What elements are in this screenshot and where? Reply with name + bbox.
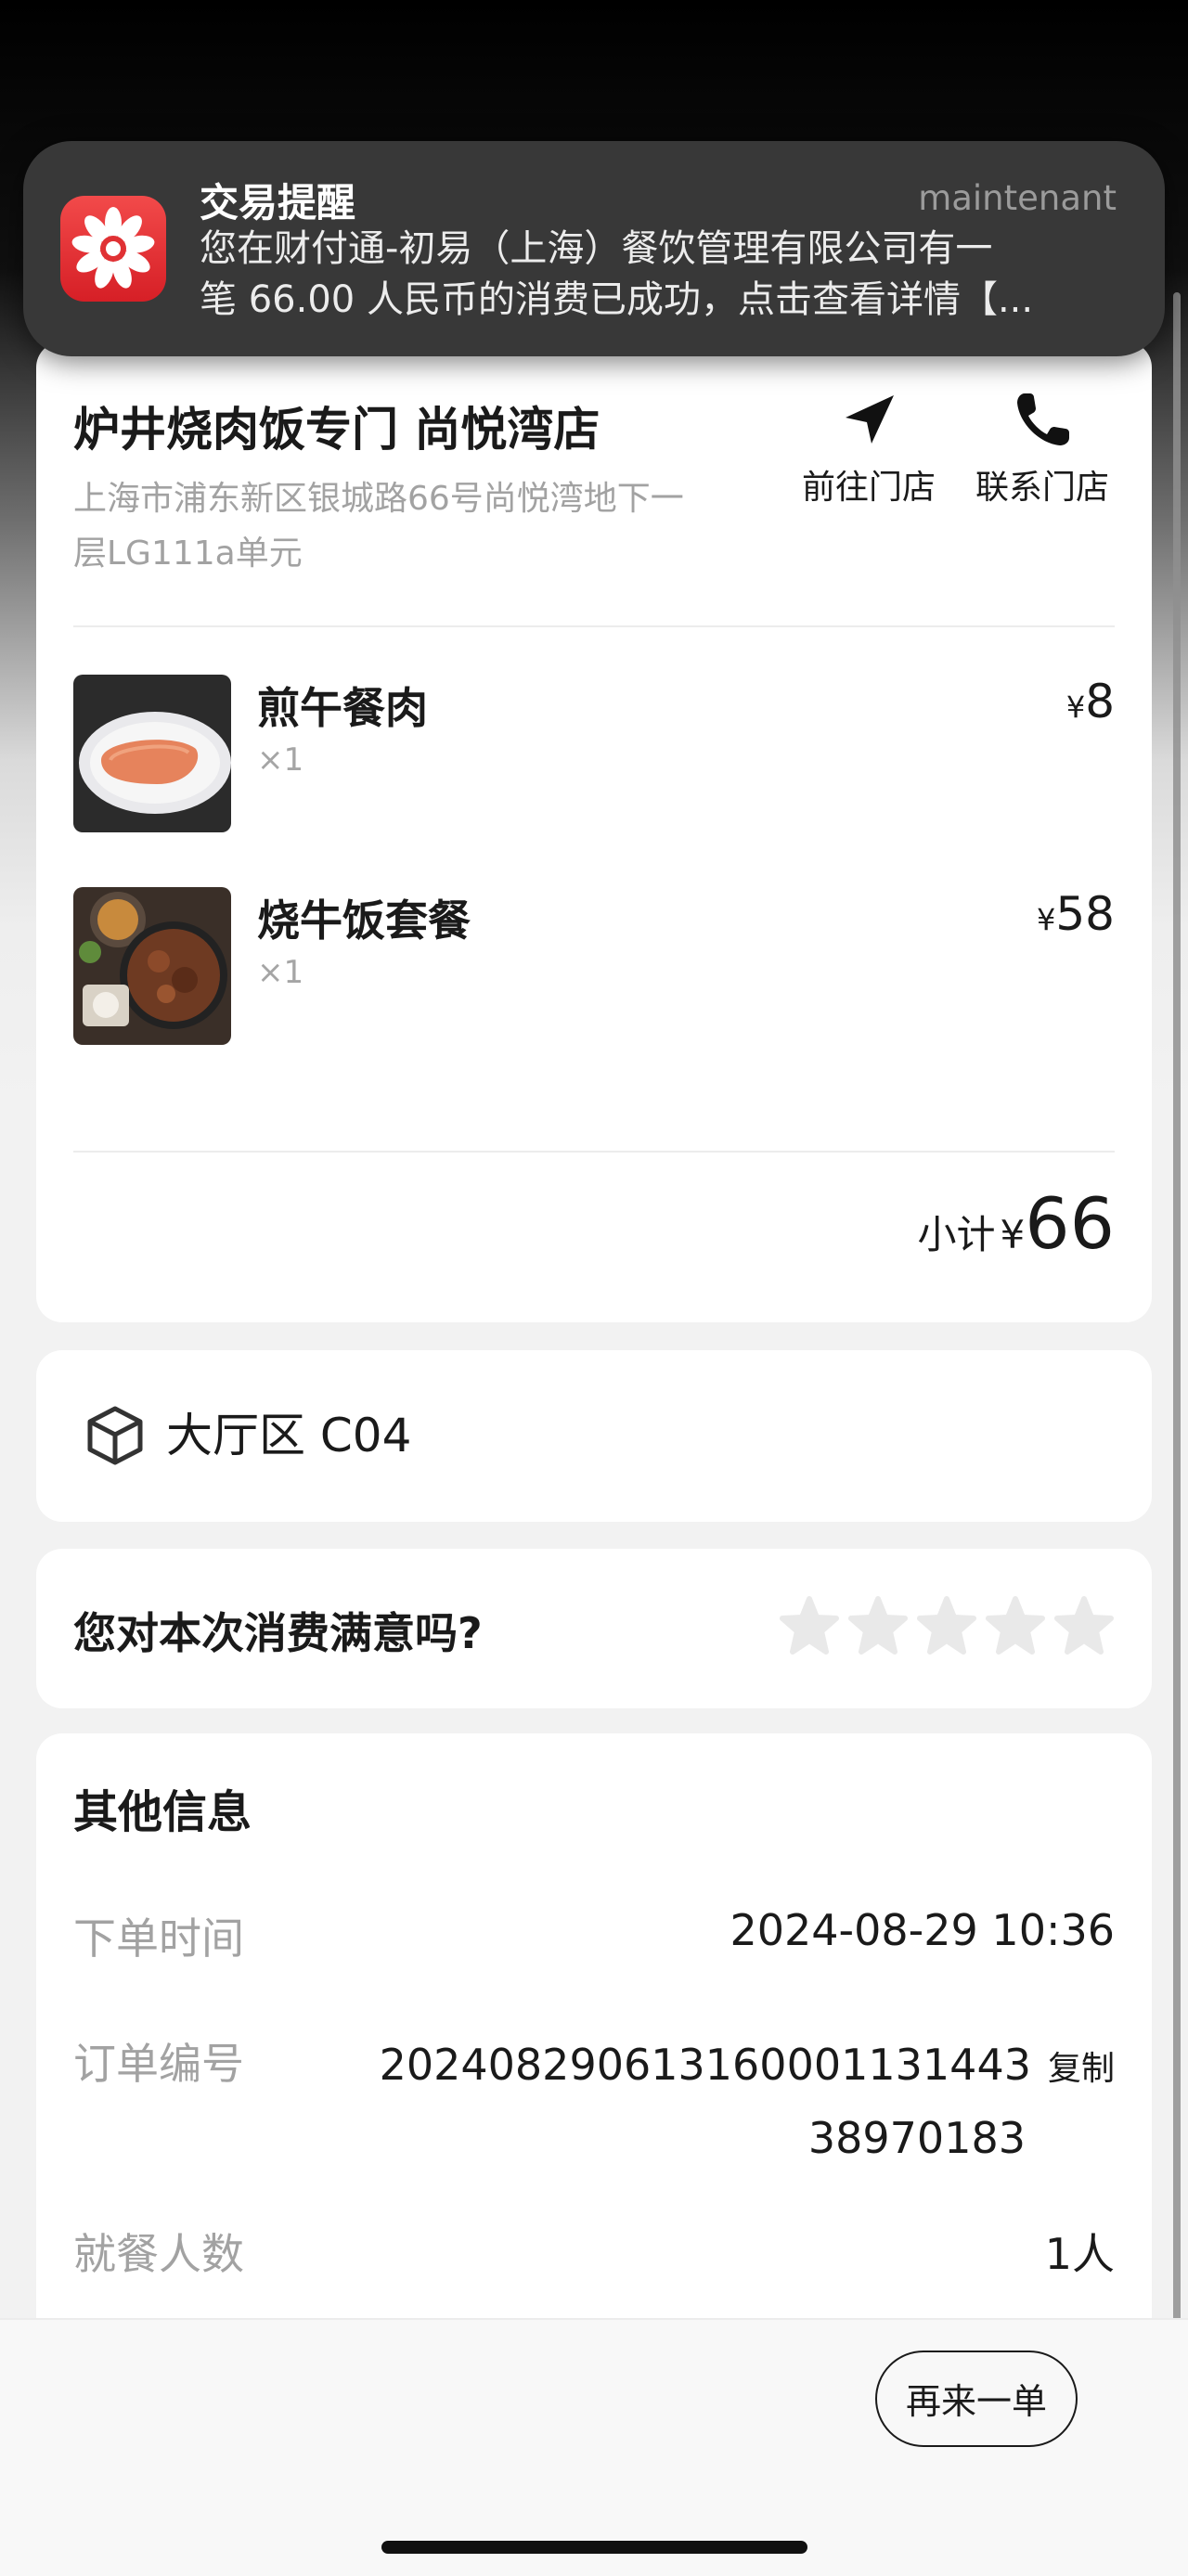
notification-time: maintenant (918, 178, 1117, 218)
table-card: 大厅区 C04 (36, 1350, 1152, 1522)
subtotal-label: 小计 (917, 1212, 996, 1257)
navigation-arrow-icon (846, 395, 894, 444)
phone-icon (1017, 393, 1069, 445)
table-number: 大厅区 C04 (166, 1409, 412, 1462)
order-number: 202408290613160001131443 复制 38970183 (380, 2030, 1115, 2172)
diners-value: 1人 (1044, 2229, 1115, 2279)
contact-store-label: 联系门店 (975, 469, 1109, 507)
order-card: 炉井烧肉饭专门 尚悦湾店 上海市浦东新区银城路66号尚悦湾地下一 层LG111a… (36, 341, 1152, 1322)
item-quantity: ×1 (257, 741, 304, 779)
notification-banner[interactable]: 交易提醒 maintenant 您在财付通-初易（上海）餐饮管理有限公司有一 笔… (23, 141, 1165, 356)
store-name: 炉井烧肉饭专门 尚悦湾店 (73, 403, 600, 457)
item-name: 烧牛饭套餐 (257, 895, 471, 946)
item-quantity: ×1 (257, 954, 304, 991)
item-name: 煎午餐肉 (257, 683, 428, 733)
store-address: 上海市浦东新区银城路66号尚悦湾地下一 层LG111a单元 (73, 471, 760, 581)
item-price: ¥8 (1066, 675, 1115, 728)
address-line-2: 层LG111a单元 (73, 535, 303, 573)
notification-body-line-1: 您在财付通-初易（上海）餐饮管理有限公司有一 (200, 227, 993, 270)
order-time-value: 2024-08-29 10:36 (730, 1905, 1115, 1955)
subtotal: 小计 ¥66 (917, 1182, 1115, 1265)
notification-body-line-2: 笔 66.00 人民币的消费已成功，点击查看详情【... (200, 278, 1034, 321)
address-line-1: 上海市浦东新区银城路66号尚悦湾地下一 (73, 480, 684, 518)
star-icon[interactable] (985, 1595, 1046, 1656)
notification-title: 交易提醒 (200, 180, 356, 225)
cube-icon (87, 1406, 143, 1465)
currency-symbol: ¥ (1037, 902, 1056, 937)
rating-card: 您对本次消费满意吗? (36, 1549, 1152, 1708)
order-item: 煎午餐肉 ×1 ¥8 (73, 675, 1115, 832)
reorder-button[interactable]: 再来一单 (875, 2351, 1078, 2447)
go-to-store-label: 前往门店 (801, 469, 936, 507)
price-value: 58 (1055, 887, 1115, 941)
other-info-card: 其他信息 下单时间 2024-08-29 10:36 订单编号 20240829… (36, 1733, 1152, 2383)
bottom-action-bar: 再来一单 (0, 2318, 1188, 2576)
info-title: 其他信息 (73, 1786, 252, 1838)
go-to-store-button[interactable]: 前往门店 (790, 388, 948, 509)
order-number-label: 订单编号 (73, 2039, 244, 2089)
rating-question: 您对本次消费满意吗? (73, 1608, 483, 1658)
price-value: 8 (1085, 675, 1115, 728)
divider (73, 1151, 1115, 1153)
flower-logo-icon (60, 196, 166, 302)
item-thumbnail (73, 887, 231, 1045)
order-number-line-1: 202408290613160001131443 (379, 2040, 1031, 2090)
star-icon[interactable] (847, 1595, 909, 1656)
order-item: 烧牛饭套餐 ×1 ¥58 (73, 887, 1115, 1045)
home-indicator[interactable] (381, 2541, 807, 2554)
item-price: ¥58 (1037, 887, 1115, 941)
star-icon[interactable] (1053, 1595, 1115, 1656)
order-number-line-2: 38970183 (807, 2113, 1026, 2163)
notification-body: 您在财付通-初易（上海）餐饮管理有限公司有一 笔 66.00 人民币的消费已成功… (200, 224, 1128, 326)
copy-button[interactable]: 复制 (1048, 2050, 1115, 2088)
order-time-label: 下单时间 (73, 1913, 244, 1964)
contact-store-button[interactable]: 联系门店 (963, 388, 1121, 509)
divider (73, 625, 1115, 627)
item-thumbnail (73, 675, 231, 832)
diners-label: 就餐人数 (73, 2229, 244, 2279)
currency-symbol: ¥ (1000, 1212, 1026, 1257)
scrollbar[interactable] (1173, 292, 1181, 2371)
star-rating[interactable] (771, 1595, 1115, 1660)
subtotal-amount: 66 (1025, 1182, 1115, 1265)
star-icon[interactable] (916, 1595, 977, 1656)
currency-symbol: ¥ (1065, 689, 1086, 725)
star-icon[interactable] (779, 1595, 840, 1656)
